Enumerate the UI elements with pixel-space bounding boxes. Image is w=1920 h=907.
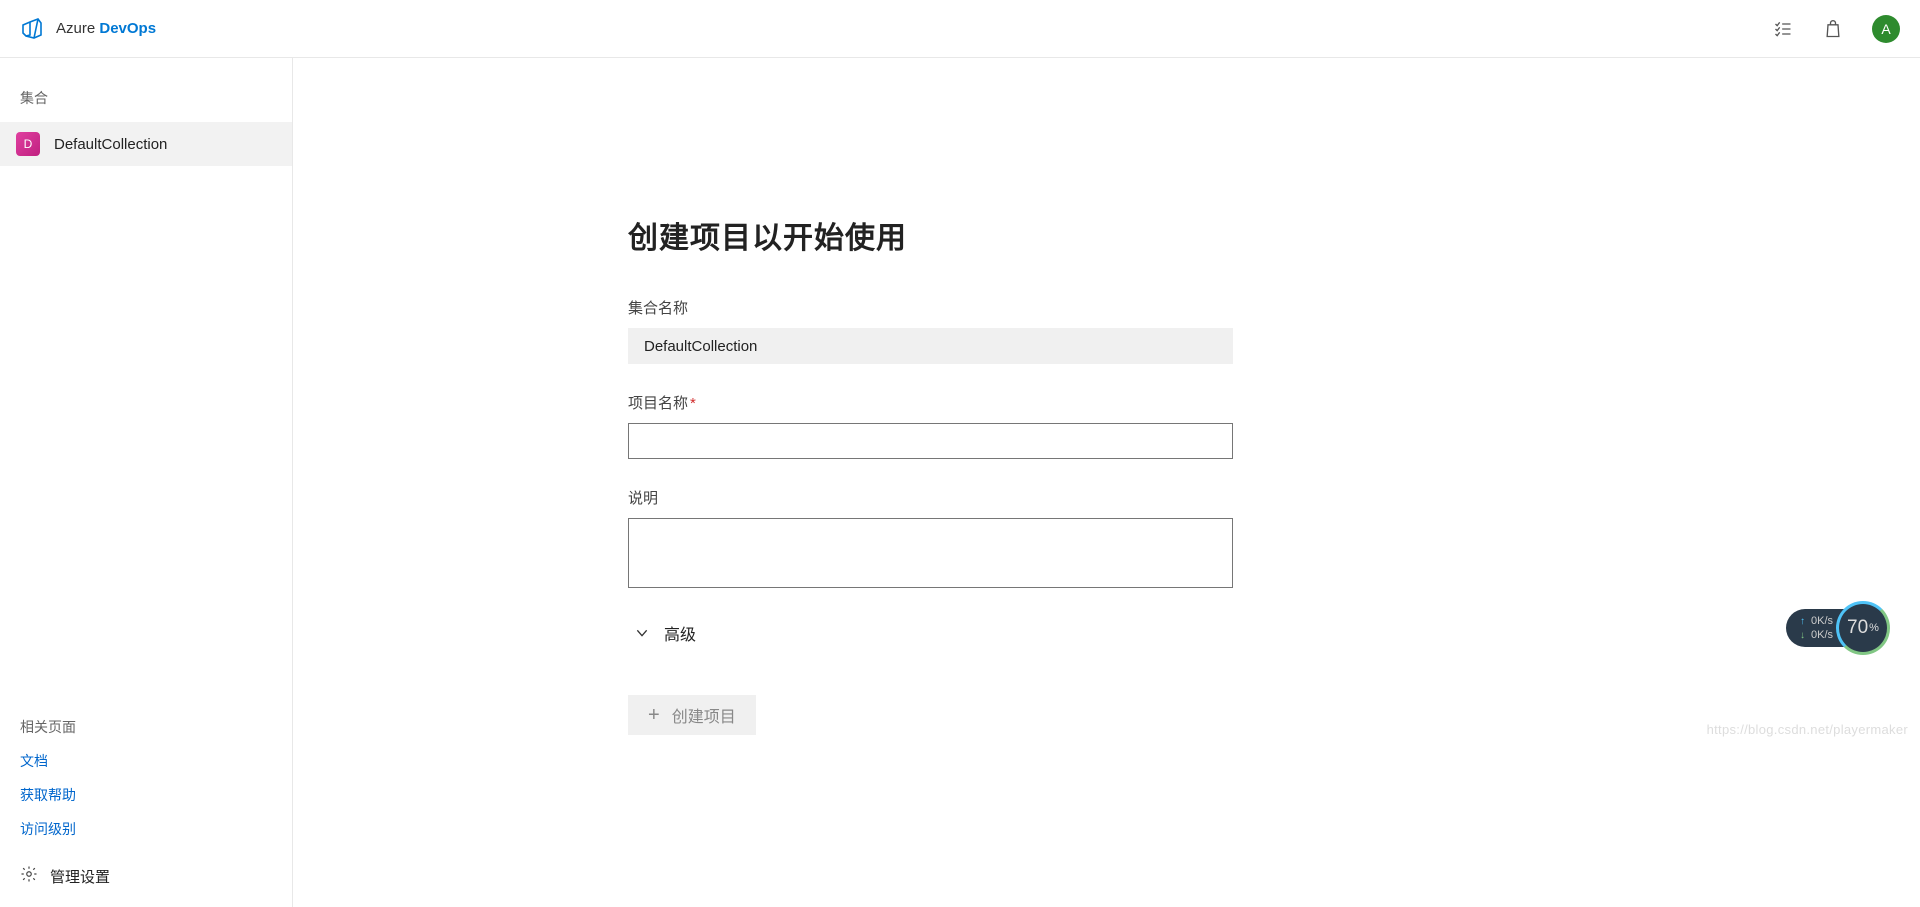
create-project-form: 创建项目以开始使用 集合名称 DefaultCollection 项目名称* 说…: [628, 213, 1233, 735]
chevron-down-icon: [634, 625, 650, 641]
arrow-up-icon: ↑: [1800, 616, 1805, 627]
project-name-input[interactable]: [628, 423, 1233, 459]
create-project-button[interactable]: + 创建项目: [628, 695, 756, 735]
top-header: Azure DevOps A: [0, 0, 1920, 58]
sidebar-link-help[interactable]: 获取帮助: [20, 785, 272, 805]
advanced-expander[interactable]: 高级: [628, 621, 1233, 645]
sidebar-link-docs[interactable]: 文档: [20, 751, 272, 771]
watermark-text: https://blog.csdn.net/playermaker: [1707, 722, 1908, 737]
task-list-icon[interactable]: [1772, 18, 1794, 40]
avatar-initial: A: [1881, 21, 1890, 37]
network-percent-circle: 70%: [1836, 601, 1890, 655]
sidebar-settings[interactable]: 管理设置: [20, 865, 272, 887]
description-label: 说明: [628, 487, 1233, 508]
sidebar-section-title: 集合: [0, 80, 292, 122]
sidebar-item-label: DefaultCollection: [54, 136, 167, 153]
collection-avatar-icon: D: [16, 132, 40, 156]
sidebar-item-default-collection[interactable]: D DefaultCollection: [0, 122, 292, 166]
sidebar-related-title: 相关页面: [20, 717, 272, 737]
plus-icon: +: [648, 705, 660, 725]
header-actions: A: [1772, 15, 1900, 43]
brand-text: Azure DevOps: [56, 20, 156, 37]
main-content: 创建项目以开始使用 集合名称 DefaultCollection 项目名称* 说…: [293, 58, 1920, 907]
advanced-label: 高级: [664, 621, 696, 645]
project-name-label: 项目名称*: [628, 392, 1233, 413]
user-avatar[interactable]: A: [1872, 15, 1900, 43]
header-brand[interactable]: Azure DevOps: [20, 17, 156, 41]
description-textarea[interactable]: [628, 518, 1233, 588]
arrow-down-icon: ↓: [1800, 630, 1805, 641]
page-title: 创建项目以开始使用: [628, 213, 1233, 257]
azure-devops-logo-icon: [20, 17, 44, 41]
sidebar-link-access-level[interactable]: 访问级别: [20, 819, 272, 839]
collection-name-readonly: DefaultCollection: [628, 328, 1233, 364]
gear-icon: [20, 865, 38, 887]
sidebar: 集合 D DefaultCollection 相关页面 文档 获取帮助 访问级别: [0, 58, 293, 907]
create-button-label: 创建项目: [672, 703, 736, 727]
sidebar-settings-label: 管理设置: [50, 866, 110, 887]
collection-name-label: 集合名称: [628, 297, 1233, 318]
network-widget[interactable]: ↑ 0K/s ↓ 0K/s 70%: [1786, 601, 1890, 655]
shopping-bag-icon[interactable]: [1822, 18, 1844, 40]
